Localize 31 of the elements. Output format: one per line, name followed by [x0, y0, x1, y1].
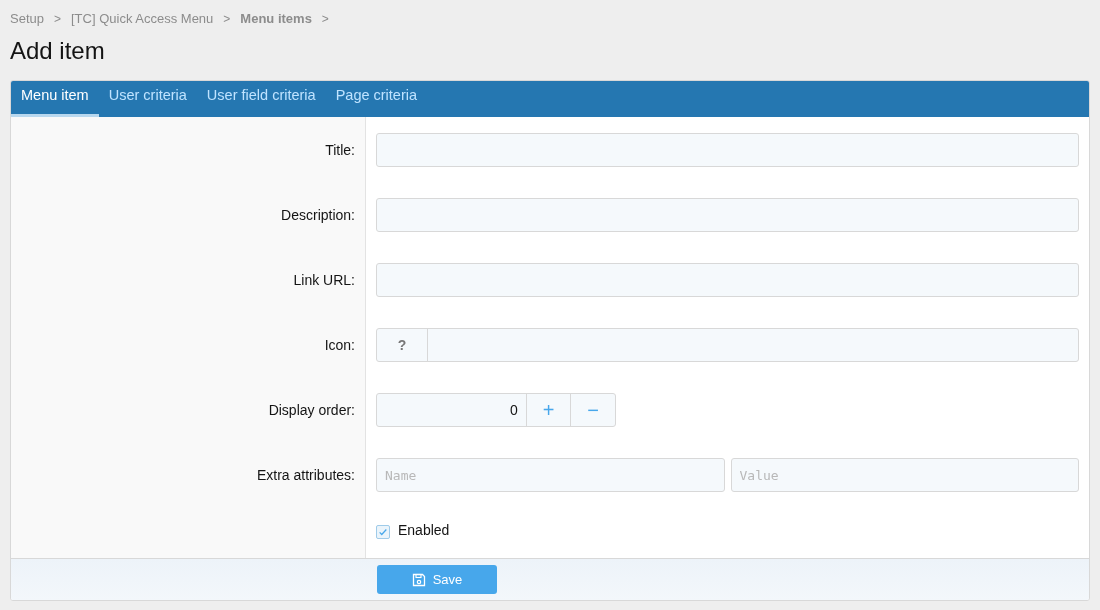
text-field[interactable] — [376, 263, 1079, 297]
number-field[interactable]: 0 + − — [376, 393, 616, 427]
breadcrumb-link[interactable]: Menu items — [240, 11, 312, 26]
text-field[interactable] — [376, 198, 1079, 232]
icon-picker-button[interactable]: ? — [377, 329, 428, 361]
checkbox[interactable] — [376, 525, 390, 539]
tab[interactable]: User criteria — [98, 81, 197, 117]
field-label: Title: — [325, 141, 355, 160]
field-label: Icon: — [324, 336, 355, 355]
save-button[interactable]: Save — [377, 565, 497, 594]
number-value: 0 — [509, 401, 519, 420]
breadcrumb-link[interactable]: Setup — [10, 11, 44, 26]
tab[interactable]: Page criteria — [325, 81, 428, 117]
checkmark-icon — [378, 527, 388, 537]
checkbox-label: Enabled — [398, 522, 450, 538]
breadcrumb-link[interactable]: [TC] Quick Access Menu — [71, 11, 214, 26]
tab[interactable]: User field criteria — [196, 81, 326, 117]
field-label: Display order: — [268, 401, 355, 420]
breadcrumb-separator: > — [223, 11, 231, 26]
text-field[interactable]: Name — [376, 458, 725, 492]
text-field[interactable] — [376, 133, 1079, 167]
breadcrumb-separator: > — [54, 11, 61, 26]
field-label: Description: — [281, 206, 355, 225]
decrement-button[interactable]: − — [570, 394, 615, 426]
icon-field[interactable]: ? — [376, 328, 1079, 362]
breadcrumb-separator: > — [321, 11, 329, 26]
text-field[interactable]: Value — [730, 458, 1079, 492]
field-label: Extra attributes: — [256, 466, 355, 485]
page-title: Add item — [10, 36, 106, 66]
increment-button[interactable]: + — [525, 394, 571, 426]
field-label: Link URL: — [293, 271, 355, 290]
